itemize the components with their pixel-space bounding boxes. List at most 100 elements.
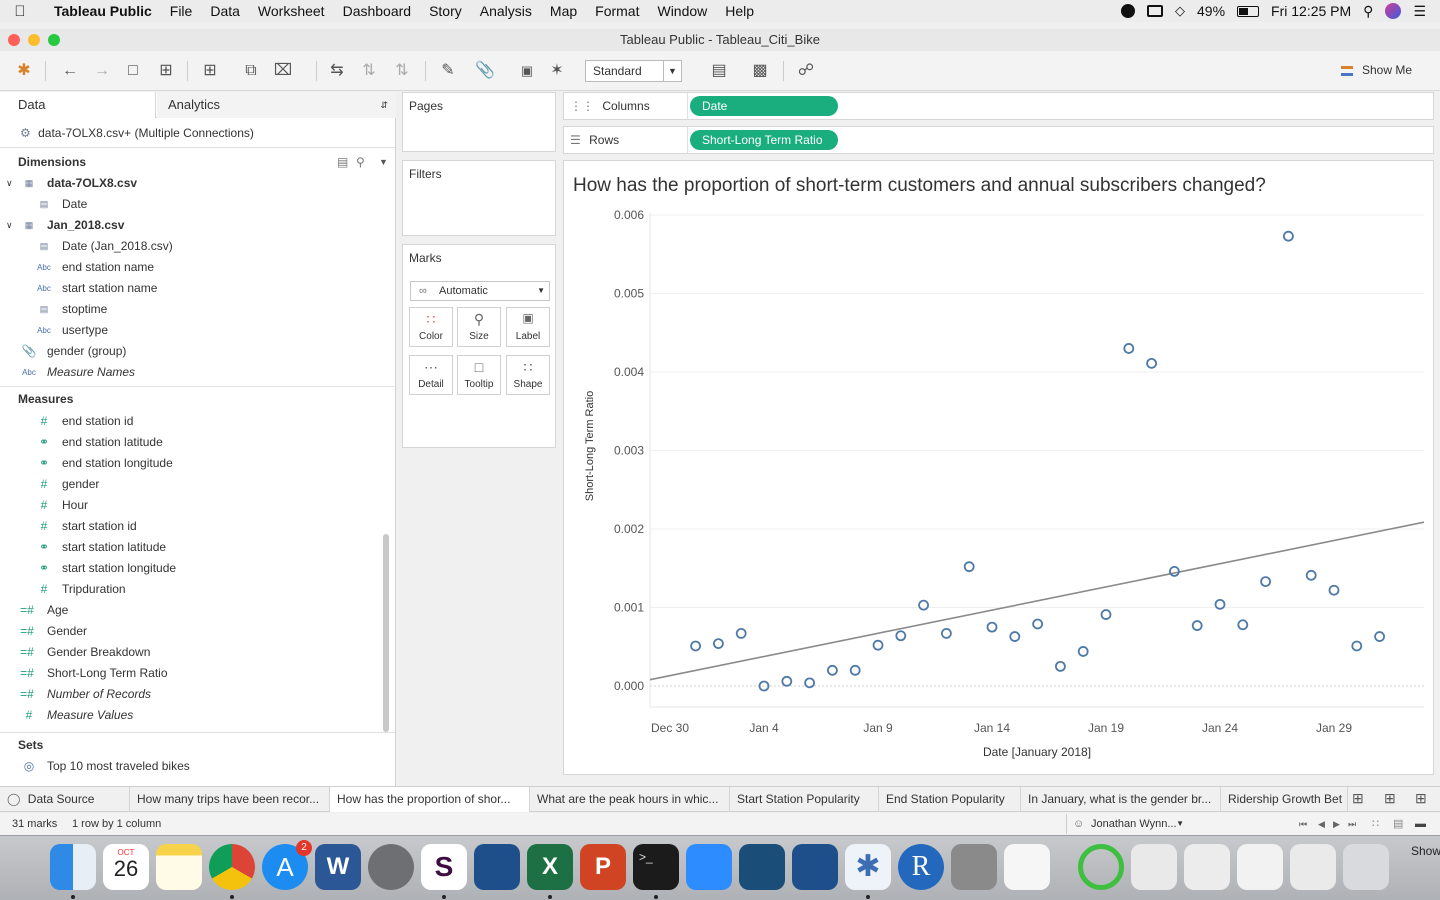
size-button[interactable]: ⚲ Size: [457, 307, 501, 347]
save-icon[interactable]: □: [122, 61, 144, 81]
menu-help[interactable]: Help: [716, 3, 763, 19]
data-pane-scrollbar[interactable]: [383, 534, 389, 732]
menu-data[interactable]: Data: [201, 3, 249, 19]
rows-shelf[interactable]: ☰ Rows Short-Long Term Ratio: [563, 126, 1434, 154]
label-button[interactable]: ▣ Label: [506, 307, 550, 347]
pages-card[interactable]: Pages: [402, 92, 556, 152]
apple-icon[interactable]: : [0, 3, 40, 20]
group-members-icon[interactable]: 📎: [474, 61, 496, 81]
scatter-plot[interactable]: 0.000 0.001 0.002 0.003 0.004 0.005 0.006 Dec 3…: [564, 161, 1433, 774]
chrome-icon[interactable]: [209, 844, 255, 890]
mysql-workbench-icon[interactable]: [739, 844, 785, 890]
field-number-of-records[interactable]: =# Number of Records: [0, 684, 395, 705]
field-end-station-name[interactable]: Abc end station name: [0, 257, 395, 278]
columns-pill-date[interactable]: Date: [690, 96, 838, 116]
mark-type-dropdown[interactable]: ∞ Automatic ▼: [410, 281, 550, 301]
table-jan-2018[interactable]: ∨ ▦ Jan_2018.csv: [0, 215, 395, 236]
finder-icon[interactable]: [50, 844, 96, 890]
spotlight-search-icon[interactable]: ⚲: [1363, 3, 1373, 20]
field-measure-names[interactable]: Abc Measure Names: [0, 362, 395, 383]
table-data-7olx8[interactable]: ∨ ▦ data-7OLX8.csv: [0, 173, 395, 194]
field-gender-group[interactable]: 📎 gender (group): [0, 341, 395, 362]
color-button[interactable]: ∷ Color: [409, 307, 453, 347]
menu-format[interactable]: Format: [586, 3, 648, 19]
tab-sheet-start-station[interactable]: Start Station Popularity: [730, 787, 879, 812]
menu-window[interactable]: Window: [648, 3, 716, 19]
swap-rows-columns-icon[interactable]: ⇆: [326, 61, 348, 81]
tooltip-button[interactable]: □ Tooltip: [457, 355, 501, 395]
tab-sheet-proportion[interactable]: How has the proportion of shor...: [330, 787, 530, 812]
datasource-row[interactable]: ⚙ data-7OLX8.csv+ (Multiple Connections): [0, 118, 395, 148]
sheet-sorter-icon[interactable]: ∷: [1372, 813, 1379, 835]
new-dashboard-tab-icon[interactable]: ⊞: [1384, 790, 1396, 807]
fix-axes-icon[interactable]: ✶: [546, 61, 568, 81]
field-start-station-name[interactable]: Abc start station name: [0, 278, 395, 299]
view-size-dropdown[interactable]: Standard ▼: [585, 60, 682, 82]
filters-card[interactable]: Filters: [402, 160, 556, 236]
tab-analytics[interactable]: Analytics ⇵: [157, 92, 396, 118]
siri-icon[interactable]: [1385, 3, 1402, 19]
show-mark-labels-icon[interactable]: ▣: [516, 61, 538, 81]
field-end-station-id[interactable]: # end station id: [0, 411, 395, 432]
menu-dashboard[interactable]: Dashboard: [334, 3, 421, 19]
terminal-icon[interactable]: >_: [633, 844, 679, 890]
field-short-long-term-ratio[interactable]: =# Short-Long Term Ratio: [0, 663, 395, 684]
tableau-logo-icon[interactable]: ✱: [13, 61, 35, 81]
app-store-icon[interactable]: A 2: [262, 840, 312, 890]
highlight-icon[interactable]: ✎: [437, 61, 459, 81]
installer-icon[interactable]: [951, 844, 997, 890]
menu-file[interactable]: File: [161, 3, 202, 19]
wifi-icon[interactable]: ◇: [1175, 3, 1185, 19]
expand-chevron-icon[interactable]: ∨: [6, 215, 13, 236]
slack-icon[interactable]: S: [421, 844, 467, 890]
field-gender-calc[interactable]: =# Gender: [0, 621, 395, 642]
expand-chevron-icon[interactable]: ∨: [6, 173, 13, 194]
word-icon[interactable]: W: [315, 844, 361, 890]
powerpoint-icon[interactable]: P: [580, 844, 626, 890]
menu-map[interactable]: Map: [541, 3, 586, 19]
show-me-button[interactable]: Show Me: [1340, 63, 1412, 77]
columns-shelf[interactable]: ⋮⋮ Columns Date: [563, 92, 1434, 120]
prev-sheet-icon[interactable]: ◀: [1318, 813, 1325, 835]
minimize-window-button[interactable]: [28, 34, 40, 46]
field-start-station-id[interactable]: # start station id: [0, 516, 395, 537]
chrome-window-thumbnail[interactable]: [1184, 844, 1230, 890]
search-icon[interactable]: ⚲: [356, 151, 365, 173]
close-window-button[interactable]: [8, 34, 20, 46]
system-preferences-icon[interactable]: [368, 844, 414, 890]
field-date[interactable]: ▤ Date: [0, 194, 395, 215]
calendar-icon[interactable]: OCT 26: [103, 844, 149, 890]
tab-sheet-peak-hours[interactable]: What are the peak hours in whic...: [530, 787, 730, 812]
chrome-window-thumbnail[interactable]: [1131, 844, 1177, 890]
next-sheet-icon[interactable]: ▶: [1333, 813, 1340, 835]
tab-sheet-gender[interactable]: In January, what is the gender br...: [1021, 787, 1221, 812]
tab-data[interactable]: Data: [0, 92, 156, 118]
notification-center-icon[interactable]: ☰: [1413, 3, 1426, 20]
maximize-window-button[interactable]: [48, 34, 60, 46]
trash-icon[interactable]: [1343, 844, 1389, 890]
detail-button[interactable]: ⋯ Detail: [409, 355, 453, 395]
menu-analysis[interactable]: Analysis: [471, 3, 541, 19]
tab-sheet-end-station[interactable]: End Station Popularity: [879, 787, 1021, 812]
duplicate-sheet-icon[interactable]: ⧉: [240, 61, 262, 81]
field-date-jan-2018[interactable]: ▤ Date (Jan_2018.csv): [0, 236, 395, 257]
sort-ascending-icon[interactable]: ⇅: [358, 61, 380, 81]
clock[interactable]: Fri 12:25 PM: [1271, 3, 1351, 19]
r-icon[interactable]: R: [898, 844, 944, 890]
field-usertype[interactable]: Abc usertype: [0, 320, 395, 341]
notes-icon[interactable]: [156, 844, 202, 890]
menu-story[interactable]: Story: [420, 3, 471, 19]
tableau-icon[interactable]: ✱: [845, 844, 891, 890]
share-icon[interactable]: ☍: [795, 61, 817, 81]
menu-worksheet[interactable]: Worksheet: [249, 3, 334, 19]
field-measure-values[interactable]: # Measure Values: [0, 705, 395, 726]
tabs-view-icon[interactable]: ▬: [1415, 813, 1426, 835]
field-end-station-longitude[interactable]: ⚭ end station longitude: [0, 453, 395, 474]
viz-area[interactable]: How has the proportion of short-term cus…: [563, 160, 1434, 775]
tab-data-source[interactable]: ◯ Data Source: [0, 787, 130, 812]
sort-descending-icon[interactable]: ⇅: [391, 61, 413, 81]
field-start-station-longitude[interactable]: ⚭ start station longitude: [0, 558, 395, 579]
excel-icon[interactable]: X: [527, 844, 573, 890]
field-end-station-latitude[interactable]: ⚭ end station latitude: [0, 432, 395, 453]
field-tripduration[interactable]: # Tripduration: [0, 579, 395, 600]
